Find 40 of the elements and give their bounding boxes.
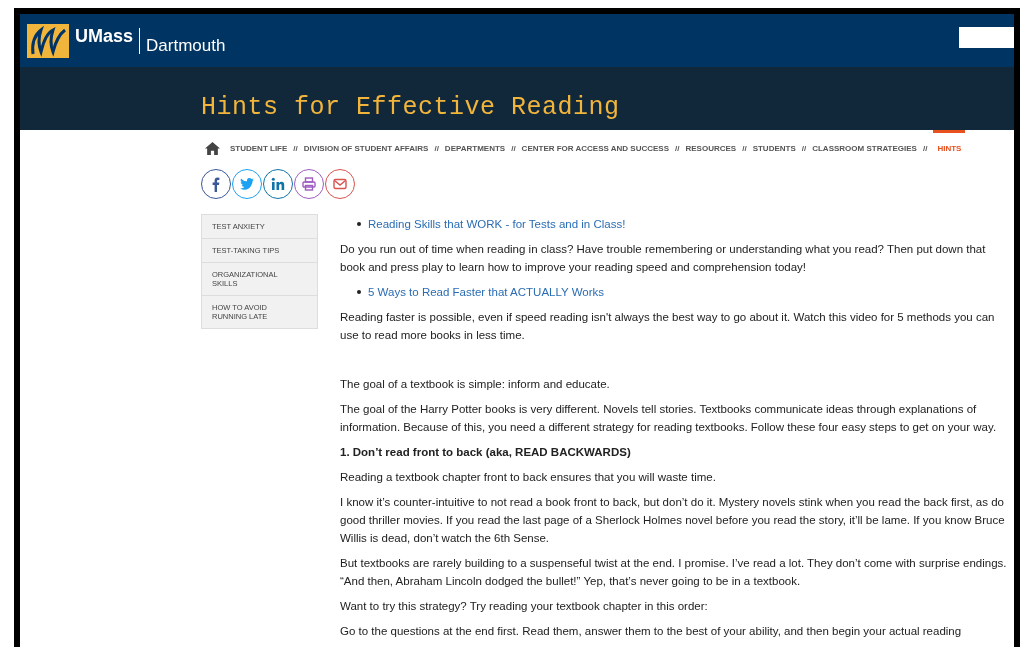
- paragraph: Reading faster is possible, even if speed reading isn't always the best way to go about it. Watch this video for 5 methods you can use to read more books in less time.: [340, 310, 996, 343]
- breadcrumb-link[interactable]: DEPARTMENTS: [444, 130, 506, 154]
- home-icon[interactable]: [205, 142, 220, 155]
- linkedin-icon[interactable]: [263, 169, 293, 199]
- bullet-icon: [357, 222, 361, 226]
- paragraph: Do you run out of time when reading in class? Have trouble remembering or understanding what you read? Then put down that book and press play to learn how to improve your reading speed and comprehension today!: [340, 242, 987, 275]
- bullet-icon: [357, 290, 361, 294]
- search-field[interactable]: [959, 27, 1014, 48]
- breadcrumb-separator: //: [511, 144, 516, 154]
- paragraph: The goal of a textbook is simple: inform and educate.: [340, 377, 611, 392]
- print-icon[interactable]: [294, 169, 324, 199]
- bird-icon[interactable]: [232, 169, 262, 199]
- breadcrumb-separator: //: [742, 144, 747, 154]
- video-link[interactable]: Reading Skills that WORK - for Tests and in Class!: [368, 215, 626, 233]
- breadcrumb-separator: //: [922, 144, 928, 154]
- breadcrumb-link[interactable]: STUDENT LIFE: [230, 130, 288, 154]
- paragraph: I know it’s counter-intuitive to not read a book front to back, but don’t do it. Mystery novels stink when you read the back first, as do good thriller movies. If you read the last page of a Sherlock Holmes novel before you read the story, it’ll be lame. If you know Bruce Willis is dead, don’t watch the 6th Sense.: [340, 495, 1006, 546]
- logo-icon[interactable]: [27, 23, 69, 58]
- paragraph: Reading a textbook chapter front to back ensures that you will waste time.: [340, 470, 717, 485]
- campus-name[interactable]: Dartmouth: [146, 35, 226, 56]
- brand-name[interactable]: UMass: [75, 26, 134, 47]
- page-title: Hints for Effective Reading: [201, 93, 620, 122]
- breadcrumb-separator: //: [434, 144, 439, 154]
- breadcrumb-link[interactable]: DIVISION OF STUDENT AFFAIRS: [303, 130, 429, 154]
- breadcrumb-separator: //: [293, 144, 298, 154]
- breadcrumb-link[interactable]: CLASSROOM STRATEGIES: [812, 130, 917, 154]
- paragraph: The goal of the Harry Potter books is very different. Novels tell stories. Textbooks communicate ideas through explanations of information. Because of this, you need a different strategy for reading textbooks. Follow these four easy steps to get on your way.: [340, 402, 998, 435]
- breadcrumb-link[interactable]: RESOURCES: [685, 130, 737, 154]
- paragraph: Go to the questions at the end first. Read them, answer them to the best of your ability, and then begin your actual reading: [340, 624, 963, 639]
- section-heading: 1. Don’t read front to back (aka, READ BACKWARDS): [340, 445, 632, 460]
- email-icon[interactable]: [325, 169, 355, 199]
- paragraph: But textbooks are rarely building to a suspenseful twist at the end. I promise. I’ve read a lot. They don’t come with surprise endings. “And then, Abraham Lincoln dodged the bullet!” Yep, that’s never going to be in a textbook.: [340, 556, 1008, 589]
- breadcrumb-separator: //: [801, 144, 807, 154]
- breadcrumb-link[interactable]: CENTER FOR ACCESS AND SUCCESS: [521, 130, 670, 154]
- paragraph: Want to try this strategy? Try reading your textbook chapter in this order:: [340, 599, 709, 614]
- video-link[interactable]: 5 Ways to Read Faster that ACTUALLY Works: [368, 283, 605, 301]
- breadcrumb-link[interactable]: STUDENTS: [752, 130, 796, 154]
- facebook-icon[interactable]: [201, 169, 231, 199]
- breadcrumb-link[interactable]: HINTS: [933, 130, 966, 154]
- breadcrumb-separator: //: [675, 144, 680, 154]
